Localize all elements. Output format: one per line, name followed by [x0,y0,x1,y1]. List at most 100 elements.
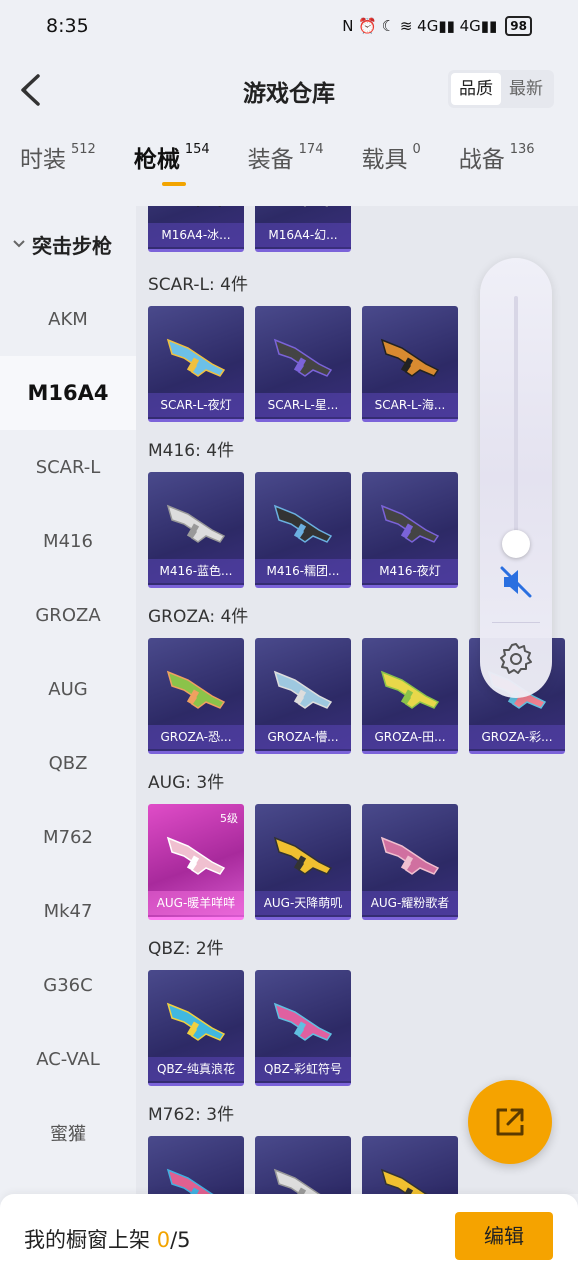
category-tabs: 时装 512 枪械 154 装备 174 载具 0 战备 136 [0,140,578,206]
volume-slider-knob[interactable] [502,530,530,558]
header: 游戏仓库 品质 最新 [0,52,578,128]
skin-card[interactable]: M16A4-冰... [148,206,244,252]
skin-name: AUG-暖羊咩咩 [148,891,244,915]
sidebar-item-honey-badger[interactable]: 蜜獾 [0,1096,136,1170]
mute-icon[interactable] [498,564,534,600]
skin-card[interactable]: M416-蓝色... [148,472,244,588]
skin-name: M416-糯团... [255,559,351,583]
rifle-icon [273,670,333,709]
showcase-label: 我的橱窗上架 [24,1228,157,1252]
sort-by-newest[interactable]: 最新 [501,73,551,105]
tab-label: 战备 [458,147,505,173]
skin-name: AUG-天降萌叽 [255,891,351,915]
rifle-icon [380,670,440,709]
skin-card[interactable] [255,1136,351,1194]
skin-card[interactable]: SCAR-L-星... [255,306,351,422]
rifle-icon [273,836,333,875]
skin-card[interactable]: M416-糯团... [255,472,351,588]
skin-card[interactable]: GROZA-田... [362,638,458,754]
tab-count: 512 [71,142,96,157]
sidebar-item-ac-val[interactable]: AC-VAL [0,1022,136,1096]
sidebar-group-label: 突击步枪 [32,233,112,258]
skin-name: SCAR-L-星... [255,393,351,417]
sidebar-item-mk47[interactable]: Mk47 [0,874,136,948]
skin-card[interactable]: GROZA-恐... [148,638,244,754]
skin-card[interactable]: AUG-暖羊咩咩 5级 [148,804,244,920]
sidebar-item-m16a4[interactable]: M16A4 [0,356,136,430]
skin-name: M16A4-冰... [148,223,244,247]
rifle-icon [166,338,226,377]
rifle-icon [196,206,221,207]
tab-gear[interactable]: 装备 174 [248,140,324,206]
rifle-icon [166,1002,226,1041]
sidebar-group-assault-rifles[interactable]: 突击步枪 [0,206,136,282]
sidebar-item-qbz[interactable]: QBZ [0,726,136,800]
tab-label: 载具 [361,147,408,173]
skin-name: GROZA-懵... [255,725,351,749]
volume-slider-track[interactable] [514,296,518,546]
group-title: M762: 3件 [148,1105,235,1125]
skin-name: GROZA-田... [362,725,458,749]
rifle-icon [380,1168,428,1194]
skin-name: QBZ-纯真浪花 [148,1057,244,1081]
skin-card[interactable]: M416-夜灯 [362,472,458,588]
rifle-icon [166,504,226,543]
sort-by-quality[interactable]: 品质 [451,73,501,105]
chevron-down-icon [13,240,25,248]
skin-card[interactable]: SCAR-L-夜灯 [148,306,244,422]
sidebar-item-groza[interactable]: GROZA [0,578,136,652]
skin-card[interactable]: GROZA-懵... [255,638,351,754]
external-link-icon [496,1108,524,1136]
rifle-icon [380,836,440,875]
group-title: QBZ: 2件 [148,939,224,959]
sidebar-item-m762[interactable]: M762 [0,800,136,874]
sidebar-item-aug[interactable]: AUG [0,652,136,726]
skin-card[interactable]: AUG-天降萌叽 [255,804,351,920]
rifle-icon [380,504,440,543]
rifle-icon [166,1168,214,1194]
rifle-icon [273,504,333,543]
tab-label: 时装 [20,147,66,173]
skin-name: GROZA-彩... [469,725,565,749]
skin-name: M16A4-幻... [255,223,351,247]
skin-card[interactable]: AUG-耀粉歌者 [362,804,458,920]
battery-icon: 98 [505,16,532,36]
tab-outfits[interactable]: 时装 512 [20,140,96,206]
sidebar-item-akm[interactable]: AKM [0,282,136,356]
sidebar-item-g36c[interactable]: G36C [0,948,136,1022]
group-title: GROZA: 4件 [148,607,249,627]
group-title: AUG: 3件 [148,773,225,793]
sidebar-item-scar-l[interactable]: SCAR-L [0,430,136,504]
skin-name: M416-夜灯 [362,559,458,583]
status-icons: N ⏰ ☾ ≋ 4G▮▮ 4G▮▮ 98 [342,16,532,36]
showcase-total: /5 [170,1228,191,1252]
rifle-icon [273,1168,321,1194]
edit-button[interactable]: 编辑 [455,1212,553,1260]
tab-weapons[interactable]: 枪械 154 [134,140,210,206]
skin-name: SCAR-L-夜灯 [148,393,244,417]
sidebar-item-m416[interactable]: M416 [0,504,136,578]
gear-icon[interactable] [499,642,533,676]
rifle-icon [166,670,226,709]
showcase-count: 0 [156,1228,171,1252]
tab-supplies[interactable]: 战备 136 [459,140,535,206]
tab-count: 0 [412,142,421,157]
skin-name: AUG-耀粉歌者 [362,891,458,915]
skin-card[interactable]: QBZ-彩虹符号 [255,970,351,1086]
skin-name: M416-蓝色... [148,559,244,583]
skin-card[interactable] [362,1136,458,1194]
skin-card[interactable]: QBZ-纯真浪花 [148,970,244,1086]
volume-divider [492,622,540,623]
status-indicators: N ⏰ ☾ ≋ 4G▮▮ 4G▮▮ [342,17,498,35]
weapon-type-sidebar: 突击步枪 AKM M16A4 SCAR-L M416 GROZA AUG QBZ… [0,206,136,1194]
group-title: SCAR-L: 4件 [148,275,248,295]
tab-count: 136 [509,142,535,157]
share-button[interactable] [468,1080,552,1164]
skin-card[interactable]: SCAR-L-海... [362,306,458,422]
skin-card[interactable] [148,1136,244,1194]
skin-card[interactable]: M16A4-幻... [255,206,351,252]
volume-panel [480,258,552,698]
status-time: 8:35 [46,15,89,37]
tab-count: 154 [184,142,210,157]
tab-vehicles[interactable]: 载具 0 [361,140,420,206]
